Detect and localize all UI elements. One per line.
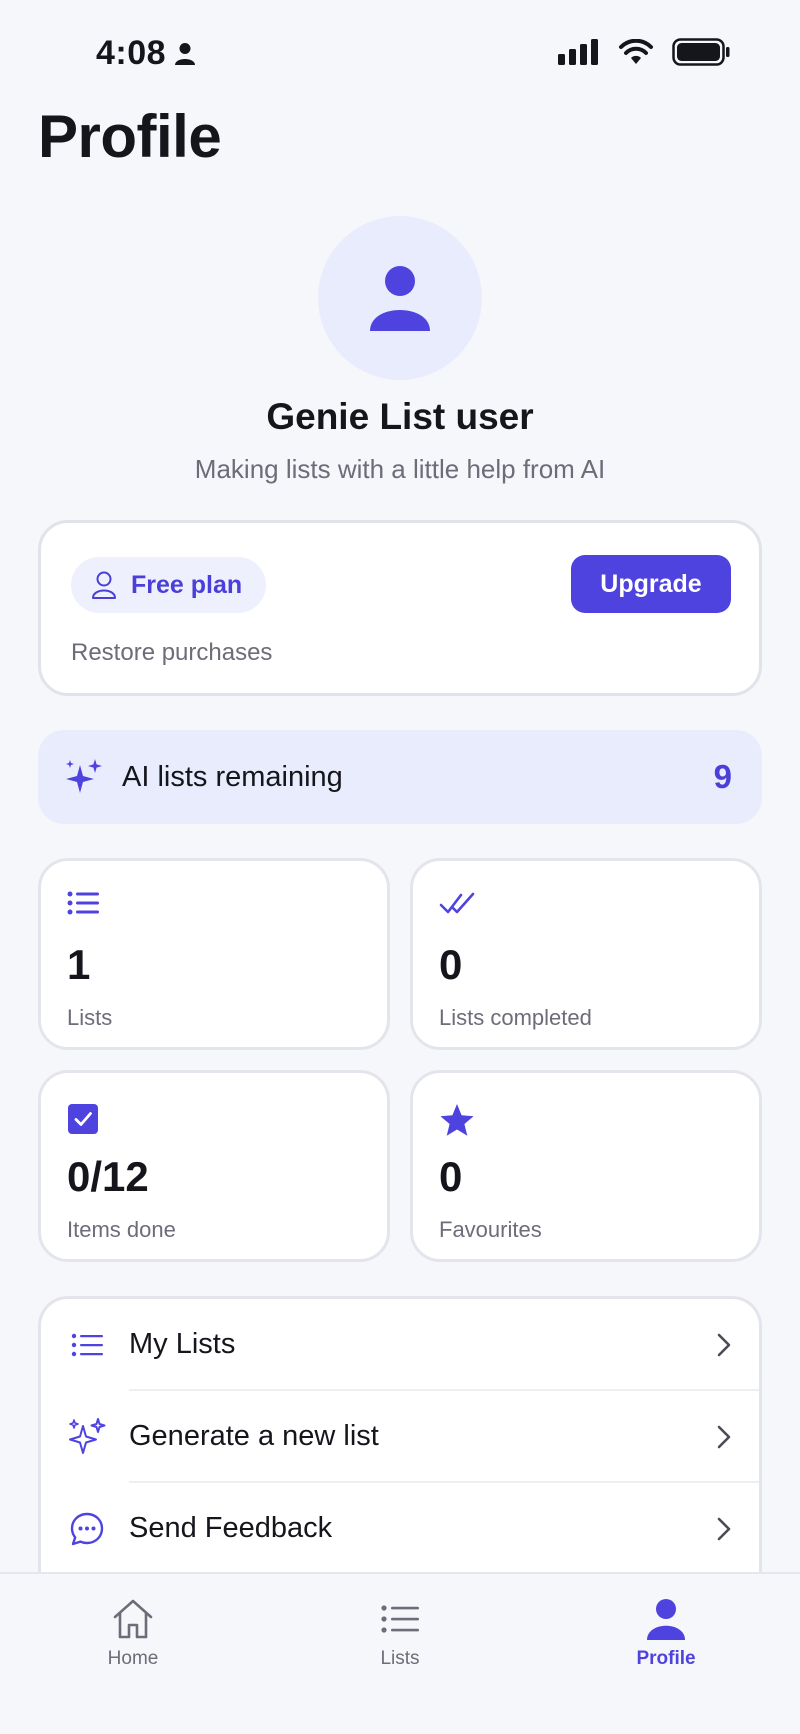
page-title: Profile bbox=[38, 103, 222, 170]
ai-lists-label: AI lists remaining bbox=[122, 760, 343, 793]
stat-label: Favourites bbox=[439, 1217, 542, 1242]
chevron-right-icon bbox=[717, 1425, 731, 1448]
stat-value: 0/12 bbox=[67, 1153, 149, 1200]
tab-lists[interactable]: Lists bbox=[320, 1598, 480, 1670]
star-icon bbox=[440, 1104, 474, 1136]
plan-label: Free plan bbox=[131, 570, 243, 599]
ai-lists-count: 9 bbox=[713, 758, 732, 795]
tab-profile[interactable]: Profile bbox=[586, 1598, 746, 1670]
tab-label: Profile bbox=[636, 1648, 696, 1669]
tab-label: Home bbox=[107, 1648, 159, 1669]
list-icon bbox=[67, 891, 99, 915]
user-name: Genie List user bbox=[266, 396, 534, 437]
avatar[interactable] bbox=[318, 216, 482, 380]
cellular-signal-icon bbox=[558, 39, 598, 65]
chat-bubble-icon bbox=[70, 1512, 104, 1545]
chevron-right-icon bbox=[717, 1333, 731, 1356]
stat-label: Items done bbox=[67, 1217, 176, 1242]
person-icon bbox=[647, 1599, 685, 1640]
chevron-right-icon bbox=[717, 1517, 731, 1540]
tab-home[interactable]: Home bbox=[53, 1598, 213, 1670]
tab-bar: Home Lists Profile bbox=[0, 1572, 800, 1734]
menu-item-label: Generate a new list bbox=[129, 1420, 379, 1452]
menu-item-label: Send Feedback bbox=[129, 1512, 333, 1544]
stat-card-lists-completed[interactable]: 0 Lists completed bbox=[410, 858, 762, 1050]
home-icon bbox=[113, 1599, 153, 1639]
person-icon bbox=[370, 266, 430, 331]
menu-item-my-lists[interactable]: My Lists bbox=[41, 1299, 759, 1390]
status-indicators bbox=[558, 38, 730, 66]
stat-label: Lists bbox=[67, 1005, 113, 1030]
upgrade-button[interactable]: Upgrade bbox=[571, 555, 731, 613]
ai-lists-remaining: AI lists remaining 9 bbox=[38, 730, 762, 824]
stat-label: Lists completed bbox=[439, 1005, 592, 1030]
status-time: 4:08 bbox=[96, 34, 196, 73]
menu-item-send-feedback[interactable]: Send Feedback bbox=[41, 1483, 759, 1574]
sparkles-icon bbox=[66, 759, 102, 793]
list-icon bbox=[71, 1333, 103, 1356]
sparkles-icon bbox=[69, 1417, 106, 1454]
status-bar: 4:08 bbox=[0, 0, 800, 100]
tab-label: Lists bbox=[380, 1648, 420, 1669]
menu-item-label: My Lists bbox=[129, 1328, 236, 1360]
stat-card-lists[interactable]: 1 Lists bbox=[38, 858, 390, 1050]
checkbox-icon bbox=[68, 1104, 98, 1134]
wifi-icon bbox=[619, 39, 653, 64]
person-outline-icon bbox=[92, 571, 116, 599]
plan-card: Free plan Upgrade Restore purchases bbox=[38, 520, 762, 696]
stat-value: 1 bbox=[67, 941, 91, 988]
stat-card-favourites[interactable]: 0 Favourites bbox=[410, 1070, 762, 1262]
restore-purchases-link[interactable]: Restore purchases bbox=[71, 639, 272, 667]
status-time-text: 4:08 bbox=[96, 34, 167, 72]
stat-value: 0 bbox=[439, 1153, 463, 1200]
menu-item-generate-list[interactable]: Generate a new list bbox=[41, 1391, 759, 1482]
double-check-icon bbox=[439, 892, 475, 914]
plan-badge: Free plan bbox=[71, 557, 267, 613]
stat-value: 0 bbox=[439, 941, 463, 988]
person-status-icon bbox=[175, 42, 196, 65]
menu-card: My Lists Generate a new list Send Feedba… bbox=[38, 1296, 762, 1578]
battery-icon bbox=[672, 38, 730, 66]
stat-card-items-done[interactable]: 0/12 Items done bbox=[38, 1070, 390, 1262]
list-icon bbox=[381, 1605, 419, 1633]
user-tagline: Making lists with a little help from AI bbox=[194, 454, 606, 484]
